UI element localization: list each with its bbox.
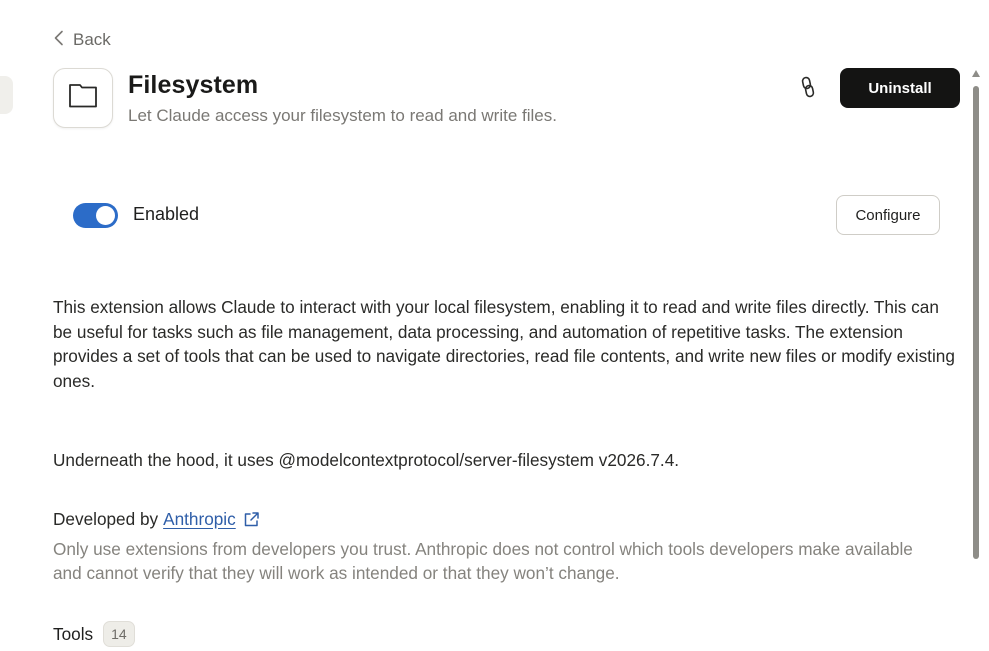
extension-icon [53, 68, 113, 128]
back-label: Back [73, 30, 111, 49]
extension-detail-page: Back Filesystem Let Claude access your f… [0, 0, 989, 651]
folder-icon [68, 83, 98, 114]
vertical-scrollbar[interactable] [970, 70, 982, 565]
chevron-left-icon [53, 30, 65, 51]
developer-line: Developed by Anthropic [53, 507, 260, 531]
uninstall-button[interactable]: Uninstall [840, 68, 960, 108]
back-button[interactable]: Back [53, 29, 111, 51]
developer-link[interactable]: Anthropic [163, 509, 236, 530]
toggle-knob [96, 206, 115, 225]
tools-label: Tools [53, 623, 94, 644]
tools-count-badge: 14 [103, 621, 135, 647]
scrollbar-thumb[interactable] [973, 86, 979, 559]
tools-section-header[interactable]: Tools 14 [53, 621, 135, 647]
extension-subtitle: Let Claude access your filesystem to rea… [128, 106, 557, 125]
enabled-toggle[interactable] [73, 203, 118, 228]
enabled-label: Enabled [133, 204, 200, 224]
configure-button[interactable]: Configure [836, 195, 940, 235]
external-link-icon[interactable] [243, 511, 260, 528]
copy-link-button[interactable] [795, 76, 821, 102]
developer-prefix: Developed by [53, 508, 159, 529]
extension-description: This extension allows Claude to interact… [53, 297, 955, 391]
package-info: Underneath the hood, it uses @modelconte… [53, 450, 680, 470]
sidebar-item-edge[interactable] [0, 76, 13, 114]
trust-warning: Only use extensions from developers you … [53, 539, 913, 583]
link-icon [800, 76, 816, 103]
scroll-up-arrow-icon[interactable] [972, 70, 980, 77]
extension-title: Filesystem [128, 71, 259, 99]
